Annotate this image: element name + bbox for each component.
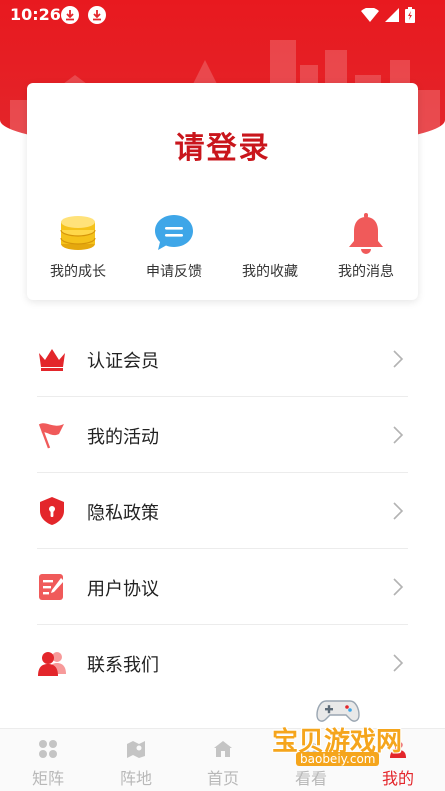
menu-item-label: 用户协议 xyxy=(87,579,159,600)
chevron-right-icon xyxy=(393,426,404,444)
signal-icon xyxy=(385,8,399,22)
nav-tab-position[interactable]: 阵地 xyxy=(92,739,180,789)
map-icon xyxy=(127,741,145,758)
battery-icon xyxy=(405,7,415,23)
bell-icon xyxy=(349,213,383,254)
status-time: 10:26 xyxy=(10,5,61,24)
coins-icon xyxy=(60,216,96,250)
menu-item-label: 隐私政策 xyxy=(87,503,159,524)
chevron-right-icon xyxy=(393,578,404,596)
watermark-url: baobeiy.com xyxy=(296,752,380,766)
menu-item-label: 我的活动 xyxy=(87,427,159,448)
menu-item-user-agreement[interactable]: 用户协议 xyxy=(37,549,408,625)
crown-icon xyxy=(39,349,65,371)
contacts-icon xyxy=(38,652,66,676)
nav-tab-label: 阵地 xyxy=(119,769,152,788)
document-edit-icon xyxy=(39,574,64,600)
chevron-right-icon xyxy=(393,654,404,672)
login-button[interactable]: 请登录 xyxy=(27,123,418,167)
nav-tab-home[interactable]: 首页 xyxy=(179,739,267,789)
nav-tab-label: 首页 xyxy=(206,769,239,788)
quick-link-label: 我的消息 xyxy=(338,264,394,280)
menu-item-label: 认证会员 xyxy=(87,351,159,372)
quick-link-messages[interactable]: 我的消息 xyxy=(318,211,414,281)
menu-item-contact-us[interactable]: 联系我们 xyxy=(37,625,408,701)
quick-link-growth[interactable]: 我的成长 xyxy=(30,211,126,281)
chevron-right-icon xyxy=(393,502,404,520)
menu-item-privacy-policy[interactable]: 隐私政策 xyxy=(37,473,408,549)
chevron-right-icon xyxy=(393,350,404,368)
shield-icon xyxy=(40,497,64,525)
status-bar: 10:26 xyxy=(0,0,445,30)
menu-item-my-activities[interactable]: 我的活动 xyxy=(37,397,408,473)
quick-link-label: 我的收藏 xyxy=(242,264,298,280)
quick-link-favorites[interactable]: 我的收藏 xyxy=(222,211,318,281)
quick-link-label: 我的成长 xyxy=(50,264,106,280)
nav-tab-label: 矩阵 xyxy=(31,769,64,788)
login-card: 请登录 我的成长 申请反馈 我的收藏 我的消息 xyxy=(27,83,418,300)
download-icon xyxy=(61,6,79,24)
flag-icon xyxy=(38,423,64,449)
nav-tab-matrix[interactable]: 矩阵 xyxy=(4,739,92,789)
menu-item-certified-member[interactable]: 认证会员 xyxy=(37,321,408,397)
quick-link-feedback[interactable]: 申请反馈 xyxy=(126,211,222,281)
watermark: 宝贝游戏网 baobeiy.com xyxy=(268,697,418,777)
settings-menu: 认证会员 我的活动 隐私政策 用户协议 联系我们 xyxy=(37,321,408,701)
favorites-icon xyxy=(248,211,292,255)
menu-item-label: 联系我们 xyxy=(87,655,159,676)
download-icon xyxy=(88,6,106,24)
quick-link-label: 申请反馈 xyxy=(146,264,202,280)
home-icon xyxy=(214,741,232,757)
wifi-icon xyxy=(361,8,379,22)
grid-icon xyxy=(39,740,57,758)
chat-bubble-icon xyxy=(155,215,193,250)
